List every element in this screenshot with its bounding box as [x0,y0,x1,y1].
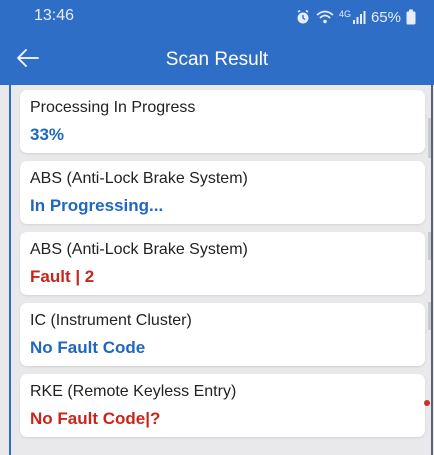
result-title: RKE (Remote Keyless Entry) [30,383,237,400]
recording-indicator-dot [424,400,430,406]
wifi-icon [316,9,334,25]
result-status: No Fault Code|? [30,409,161,428]
app-header: 13:46 4G 65% Scan Result [0,0,434,85]
result-status: Fault | 2 [30,267,95,286]
result-card[interactable]: IC (Instrument Cluster) No Fault Code [20,303,425,366]
back-button[interactable] [10,42,46,78]
status-time: 13:46 [34,7,75,24]
battery-level: 65% [370,8,401,26]
page-title: Scan Result [165,49,269,70]
network-type-label: 4G [338,9,351,19]
result-status: No Fault Code [30,338,146,357]
app-bar: Scan Result [0,34,434,85]
arrow-left-icon [16,48,40,73]
scan-result-list: Processing In Progress 33% ABS (Anti-Loc… [0,85,434,455]
alarm-icon [295,9,311,25]
result-card[interactable]: Processing In Progress 33% [20,90,425,153]
scroll-edge-right [431,85,433,455]
result-title: ABS (Anti-Lock Brake System) [30,241,248,258]
status-bar: 13:46 4G 65% [0,0,434,34]
result-title: Processing In Progress [30,99,196,116]
result-card[interactable]: RKE (Remote Keyless Entry) No Fault Code… [20,374,425,437]
result-title: IC (Instrument Cluster) [30,312,192,329]
signal-icon [352,10,366,24]
battery-icon [406,9,416,25]
status-indicators: 4G 65% [295,6,416,28]
result-status: In Progressing... [30,196,164,215]
result-card[interactable]: ABS (Anti-Lock Brake System) In Progress… [20,161,425,224]
result-card[interactable]: ABS (Anti-Lock Brake System) Fault | 2 [20,232,425,295]
result-title: ABS (Anti-Lock Brake System) [30,170,248,187]
result-status: 33% [30,125,65,144]
